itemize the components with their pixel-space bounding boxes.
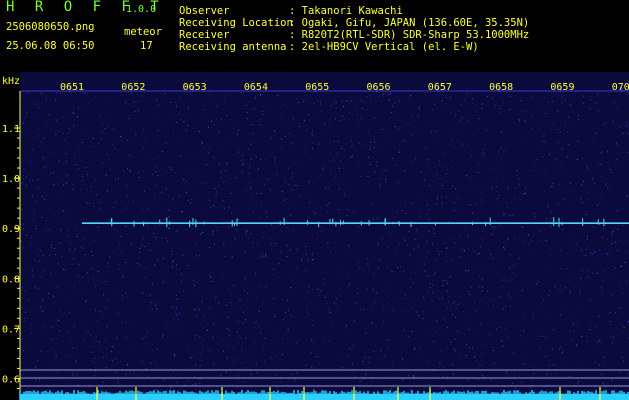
file-name: 2506080650.png (6, 21, 95, 33)
time-tick-label: 0657 (428, 82, 452, 93)
time-tick-label: 0654 (244, 82, 268, 93)
time-tick-label: 0653 (183, 82, 207, 93)
freq-tick-label: 0.8 (2, 274, 20, 285)
time-tick-label: 0658 (489, 82, 513, 93)
time-tick-label: 0659 (550, 82, 574, 93)
time-tick-label: 0656 (367, 82, 391, 93)
time-tick-label: 0700 (612, 82, 629, 93)
freq-tick-label: 1.1 (2, 124, 20, 135)
app-version: 1.0.0 (126, 4, 157, 15)
freq-unit-label: kHz (2, 76, 20, 87)
time-tick-label: 0651 (60, 82, 84, 93)
meteor-label: meteor (124, 26, 162, 38)
receiver-label: Receiver (179, 29, 230, 41)
freq-tick-label: 1.0 (2, 174, 20, 185)
receiver-value: : R820T2(RTL-SDR) SDR-Sharp 53.1000MHz (289, 29, 530, 41)
spectrogram-background (20, 72, 629, 400)
freq-tick-label: 0.9 (2, 224, 20, 235)
location-value: : Ogaki, Gifu, JAPAN (136.60E, 35.35N) (289, 17, 530, 29)
observer-label: Observer (179, 5, 230, 17)
observer-value: : Takanori Kawachi (289, 5, 403, 17)
time-tick-label: 0655 (305, 82, 329, 93)
freq-tick-label: 0.6 (2, 375, 20, 386)
meteor-count: 17 (140, 40, 153, 52)
time-tick-label: 0652 (121, 82, 145, 93)
header-panel: H R O F F T 1.0.0 2506080650.png meteor … (0, 0, 629, 72)
antenna-value: : 2el-HB9CV Vertical (el. E-W) (289, 41, 479, 53)
antenna-label: Receiving antenna (179, 41, 287, 53)
date-time: 25.06.08 06:50 (6, 40, 95, 52)
freq-tick-label: 0.7 (2, 324, 20, 335)
spectrogram-panel: kHz 0651 0652 0653 0654 0655 0656 0657 0658 0659… (2, 72, 629, 400)
location-label: Receiving Location (179, 17, 293, 29)
